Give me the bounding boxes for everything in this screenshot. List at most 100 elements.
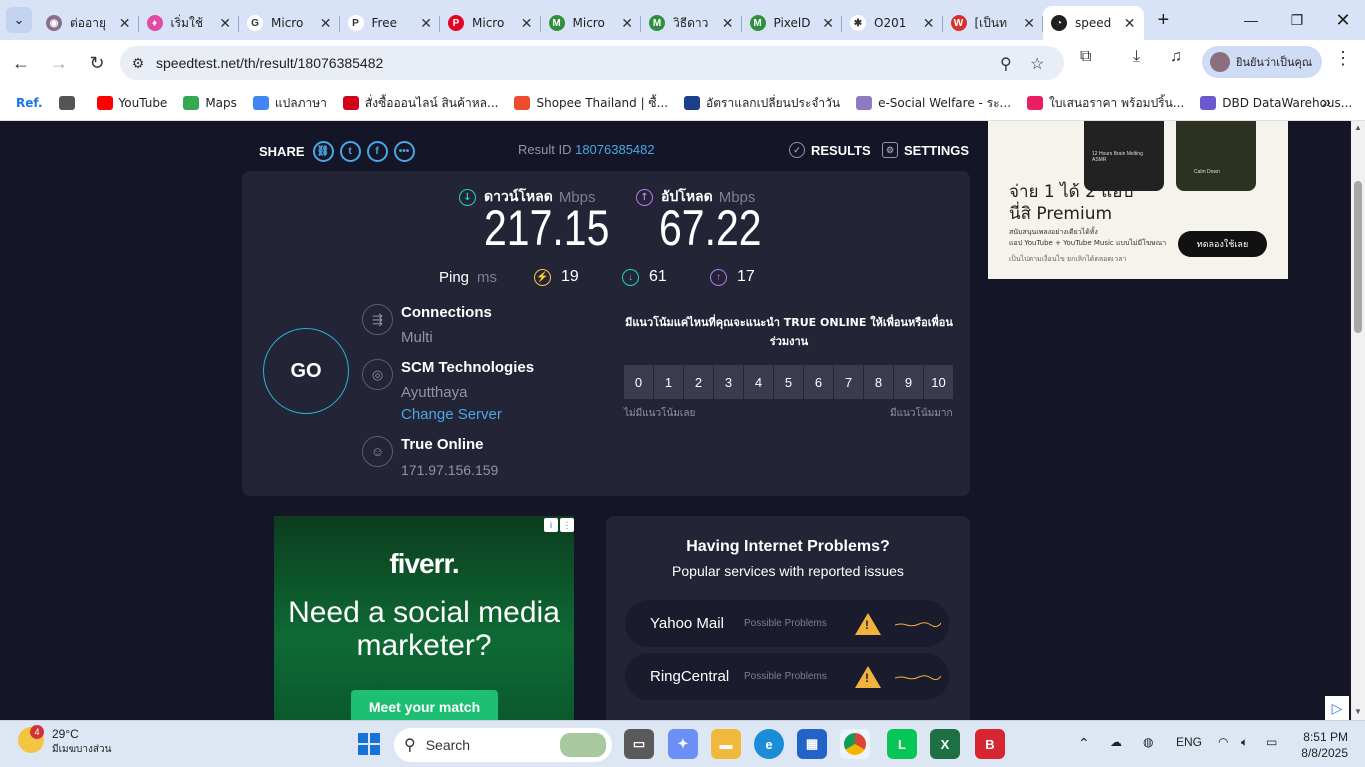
forward-button[interactable]: → [42, 46, 76, 80]
battery-icon[interactable]: ▭ [1266, 735, 1277, 749]
weather-widget[interactable]: 4 29°C มีเมฆบางส่วน [18, 725, 111, 757]
browser-tab[interactable]: ♦ เริ่มใช้ ✕ [139, 6, 240, 40]
reload-button[interactable]: ↻ [80, 46, 114, 80]
bookmark-item[interactable]: อัตราแลกเปลี่ยนประจำวัน [684, 94, 840, 113]
tab-close-icon[interactable]: ✕ [923, 15, 935, 32]
browser-tab[interactable]: M Micro ✕ [541, 6, 642, 40]
close-window-button[interactable]: ✕ [1320, 0, 1365, 40]
rating-button[interactable]: 7 [834, 365, 863, 399]
browser-tab[interactable]: P Free ✕ [340, 6, 441, 40]
ad-menu-icon[interactable]: ⋮ [560, 518, 574, 532]
browser-tab[interactable]: M วิธีดาว ✕ [641, 6, 742, 40]
maximize-button[interactable]: ❐ [1274, 0, 1320, 40]
taskbar-search[interactable]: ⚲ Search [394, 728, 612, 762]
go-button[interactable]: GO [263, 328, 349, 414]
bookmark-star-icon[interactable]: ☆ [1030, 54, 1044, 74]
facebook-icon[interactable]: f [366, 141, 388, 162]
tab-close-icon[interactable]: ✕ [822, 15, 834, 32]
excel-icon[interactable]: X [930, 729, 960, 759]
rating-button[interactable]: 0 [624, 365, 653, 399]
file-explorer-icon[interactable]: ▬ [711, 729, 741, 759]
tab-close-icon[interactable]: ✕ [722, 15, 734, 32]
result-id-link[interactable]: 18076385482 [575, 142, 655, 157]
problem-item[interactable]: RingCentral Possible Problems [625, 653, 949, 700]
tab-search-button[interactable]: ⌄ [6, 7, 32, 33]
change-server-link[interactable]: Change Server [401, 406, 502, 423]
fiverr-cta-button[interactable]: Meet your match [351, 690, 498, 720]
rating-button[interactable]: 8 [864, 365, 893, 399]
language-indicator[interactable]: ENG [1176, 735, 1202, 749]
volume-icon[interactable]: 🔈︎ [1241, 735, 1248, 750]
more-bookmarks-icon[interactable]: » [1322, 94, 1331, 112]
address-bar[interactable]: ⚙ speedtest.net/th/result/18076385482 ⚲ … [120, 46, 1064, 80]
bookmark-item[interactable]: ใบเสนอราคา พร้อมปริ้น... [1027, 94, 1184, 113]
settings-link[interactable]: ⚙ SETTINGS [882, 142, 969, 158]
rating-button[interactable]: 4 [744, 365, 773, 399]
extensions-icon[interactable]: ⧉ [1080, 48, 1091, 66]
tab-close-icon[interactable]: ✕ [1023, 15, 1035, 32]
scrollbar-thumb[interactable] [1354, 181, 1362, 333]
info-icon[interactable]: i [544, 518, 558, 532]
bookmark-item[interactable]: แปลภาษา [252, 94, 327, 113]
tab-close-icon[interactable]: ✕ [1124, 15, 1136, 32]
twitter-icon[interactable]: t [339, 141, 361, 162]
rating-button[interactable]: 5 [774, 365, 803, 399]
new-tab-button[interactable]: + [1158, 9, 1170, 32]
tab-close-icon[interactable]: ✕ [320, 15, 332, 32]
wifi-icon[interactable]: ◠ [1218, 735, 1228, 749]
bookmark-item[interactable]: Shopee Thailand | ซื้... [514, 94, 668, 113]
line-icon[interactable]: L [887, 729, 917, 759]
browser-tab[interactable]: M PixelD ✕ [742, 6, 843, 40]
scroll-up-icon[interactable]: ▲ [1354, 123, 1362, 132]
browser-tab[interactable]: ◔ speed ✕ [1043, 6, 1144, 40]
browser-tab[interactable]: W [เป็นท ✕ [943, 6, 1044, 40]
menu-icon[interactable]: ⋮ [1334, 48, 1352, 69]
location-icon[interactable]: ⚲ [1000, 54, 1012, 74]
download-icon[interactable]: ⤓ [1133, 48, 1140, 66]
ad-try-button[interactable]: ทดลองใช้เลย [1178, 231, 1267, 257]
profile-button[interactable]: ยินยันว่าเป็นคุณ [1202, 46, 1322, 78]
tab-close-icon[interactable]: ✕ [621, 15, 633, 32]
browser-tab[interactable]: ◉ ต่ออายุ ✕ [38, 6, 139, 40]
browser-tab[interactable]: G Micro ✕ [239, 6, 340, 40]
onedrive-icon[interactable]: ☁ [1110, 735, 1122, 749]
ad-choices[interactable]: i ⋮ [542, 518, 574, 532]
rating-button[interactable]: 6 [804, 365, 833, 399]
site-info-icon[interactable]: ⚙ [120, 55, 156, 72]
app-b-icon[interactable]: B [975, 729, 1005, 759]
tab-close-icon[interactable]: ✕ [521, 15, 533, 32]
url-text[interactable]: speedtest.net/th/result/18076385482 [156, 55, 383, 71]
bookmark-item[interactable]: Ref. [16, 96, 43, 110]
tray-overflow-icon[interactable]: ⌃ [1078, 735, 1090, 752]
chrome-icon[interactable] [840, 729, 870, 759]
more-share-icon[interactable]: ••• [393, 141, 415, 162]
store-icon[interactable]: ▦ [797, 729, 827, 759]
scroll-down-icon[interactable]: ▼ [1354, 707, 1362, 716]
bookmark-item[interactable] [58, 96, 81, 110]
rating-button[interactable]: 9 [894, 365, 923, 399]
rating-button[interactable]: 1 [654, 365, 683, 399]
bookmark-item[interactable]: Maps [183, 96, 237, 110]
ad-choices-icon[interactable]: ▷ [1325, 696, 1349, 720]
start-button[interactable] [358, 733, 380, 755]
link-icon[interactable]: ⛓ [312, 141, 334, 162]
tab-close-icon[interactable]: ✕ [420, 15, 432, 32]
problem-item[interactable]: Yahoo Mail Possible Problems [625, 600, 949, 647]
tab-close-icon[interactable]: ✕ [119, 15, 131, 32]
rating-button[interactable]: 10 [924, 365, 953, 399]
browser-tab[interactable]: ✱ O201 ✕ [842, 6, 943, 40]
back-button[interactable]: ← [4, 46, 38, 80]
edge-icon[interactable]: e [754, 729, 784, 759]
meet-now-icon[interactable]: ◍ [1143, 735, 1153, 749]
bookmark-item[interactable]: e-Social Welfare - ระ... [856, 94, 1011, 113]
bookmark-item[interactable]: สั่งซื้อออนไลน์ สินค้าหล... [342, 94, 498, 113]
youtube-premium-ad[interactable]: 12 Hours Brain Melting ASMR Calm Down จ่… [988, 121, 1288, 279]
fiverr-ad[interactable]: i ⋮ fiverr. Need a social media marketer… [274, 516, 574, 720]
results-link[interactable]: ✓ RESULTS [789, 142, 871, 158]
rating-button[interactable]: 2 [684, 365, 713, 399]
media-control-icon[interactable]: ♫ [1170, 48, 1182, 66]
task-view-icon[interactable]: ▭ [624, 729, 654, 759]
tab-close-icon[interactable]: ✕ [219, 15, 231, 32]
browser-tab[interactable]: P Micro ✕ [440, 6, 541, 40]
page-scrollbar[interactable]: ▲ ▼ [1351, 121, 1365, 720]
